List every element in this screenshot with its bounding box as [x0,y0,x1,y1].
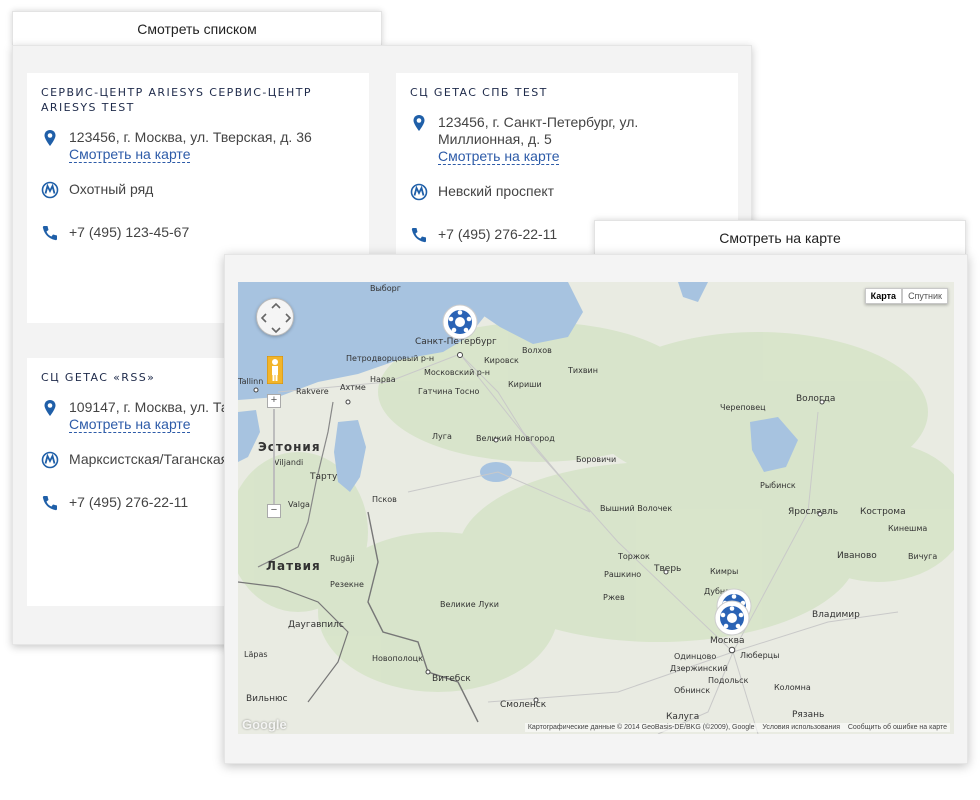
city-label: Вильнюс [246,694,288,704]
metro-row: Охотный ряд [41,181,355,199]
city-label: Кимры [710,567,739,576]
map-pin-icon [44,130,56,146]
city-label: Дзержинский [670,664,728,673]
map-pin-icon [413,115,425,131]
city-label: Одинцово [674,652,717,661]
zoom-out-button[interactable]: − [267,504,281,518]
city-label: Тихвин [568,366,598,375]
city-label: Подольск [708,676,749,685]
city-label: Valga [288,500,310,509]
map-pin-icon [44,400,56,416]
card-title: Сервис-центр AriesYs Сервис-центр AriesY… [41,86,312,114]
map-type-satellite-button[interactable]: Спутник [902,288,948,304]
city-label: Рыбинск [760,481,796,490]
city-label: Иваново [837,551,877,561]
tab-list-view[interactable]: Смотреть списком [12,11,382,45]
map-footer: Картографические данные © 2014 GeoBasis-… [524,723,950,732]
city-label: Коломна [774,683,811,692]
metro-station: Невский проспект [438,183,555,199]
city-label: Rugāji [330,554,355,563]
terms-link[interactable]: Условия использования [762,724,840,731]
address-text: 123456, г. Москва, ул. Тверская, д. 36 [69,129,312,145]
map-canvas[interactable]: Выборг Санкт-Петербург Петродворцовый р-… [238,282,954,734]
show-on-map-link[interactable]: Смотреть на карте [69,147,191,163]
city-label: Rakvere [296,387,329,396]
city-label: Выборг [370,284,401,293]
city-label: Тверь [654,564,682,574]
city-label: Московский р-н [424,368,491,377]
map-type-map-button[interactable]: Карта [864,288,903,304]
map-copyright: Картографические данные © 2014 GeoBasis-… [527,724,755,731]
city-label: Кострома [860,507,906,517]
city-label: Великий Новгород [476,434,555,443]
city-label: Ярославль [788,507,839,517]
city-label: Ржев [603,593,625,602]
city-label: Новополоцк [372,654,423,663]
city-label: Рязань [792,710,825,720]
show-on-map-link[interactable]: Смотреть на карте [69,417,191,433]
show-on-map-link[interactable]: Смотреть на карте [438,149,560,165]
city-label: Псков [372,495,397,504]
city-label: Viljandi [274,458,304,467]
phone-row: +7 (495) 123-45-67 [41,224,355,241]
city-label: Калуга [666,712,700,722]
address-row: 123456, г. Санкт-Петербург, ул. Миллионн… [410,114,724,165]
google-logo: Google [242,717,287,732]
phone-icon [42,496,57,511]
map-base-layer [238,282,954,734]
city-label: Петродворцовый р-н [346,354,435,363]
map-type-switcher: Карта Спутник [864,288,948,304]
country-label: Эстония [258,440,321,454]
address-text: 123456, г. Санкт-Петербург, ул. Миллионн… [438,114,639,147]
zoom-slider-track[interactable] [273,409,275,504]
city-label: Волхов [522,346,552,355]
address-text: 109147, г. Москва, ул. Та 5 [69,399,241,415]
city-label: Кинешма [888,524,928,533]
city-label: Москва [710,636,745,646]
metro-station: Охотный ряд [69,181,154,197]
card-title: СЦ Getac СПб Test [410,86,548,99]
city-label: Луга [432,432,452,441]
tab-map-view[interactable]: Смотреть на карте [594,220,966,254]
zoom-in-button[interactable]: + [267,394,281,408]
city-label: Läpas [244,650,268,659]
city-label: Владимир [812,610,860,620]
pan-arrows-icon [260,302,292,334]
city-label: Вологда [796,394,836,404]
city-label: Витебск [432,674,471,684]
city-label: Люберцы [740,651,780,660]
city-label: Кириши [508,380,542,389]
phone-icon [411,228,426,243]
city-label: Тарту [310,472,338,482]
city-label: Обнинск [674,686,711,695]
metro-icon [41,181,59,199]
address-row: 123456, г. Москва, ул. Тверская, д. 36 С… [41,129,355,163]
city-label: Резекне [330,580,364,589]
metro-icon [41,451,59,469]
city-label: Череповец [720,403,766,412]
city-label: Рашкино [604,570,642,579]
city-label: Кировск [484,356,519,365]
report-error-link[interactable]: Сообщить об ошибке на карте [848,724,947,731]
city-label: Tallinn [238,377,264,386]
service-center-marker[interactable] [442,304,478,340]
city-label: Боровичи [576,455,617,464]
metro-row: Невский проспект [410,183,724,201]
metro-icon [410,183,428,201]
phone-icon [42,226,57,241]
pan-control[interactable] [256,298,294,336]
service-center-marker[interactable] [714,600,750,636]
country-label: Латвия [266,559,321,573]
city-label: Даугавпилс [288,620,344,630]
city-label: Вичуга [908,552,938,561]
street-view-pegman-icon[interactable] [267,356,283,384]
city-label: Смоленск [500,700,547,710]
city-label: Вышний Волочек [600,504,673,513]
city-label: Торжок [618,552,650,561]
city-label: Великие Луки [440,600,499,609]
city-label: Гатчина Тосно [418,387,480,396]
phone-number[interactable]: +7 (495) 123-45-67 [69,224,355,241]
city-label: Ахтме [340,383,366,392]
city-label: Нарва [370,375,396,384]
